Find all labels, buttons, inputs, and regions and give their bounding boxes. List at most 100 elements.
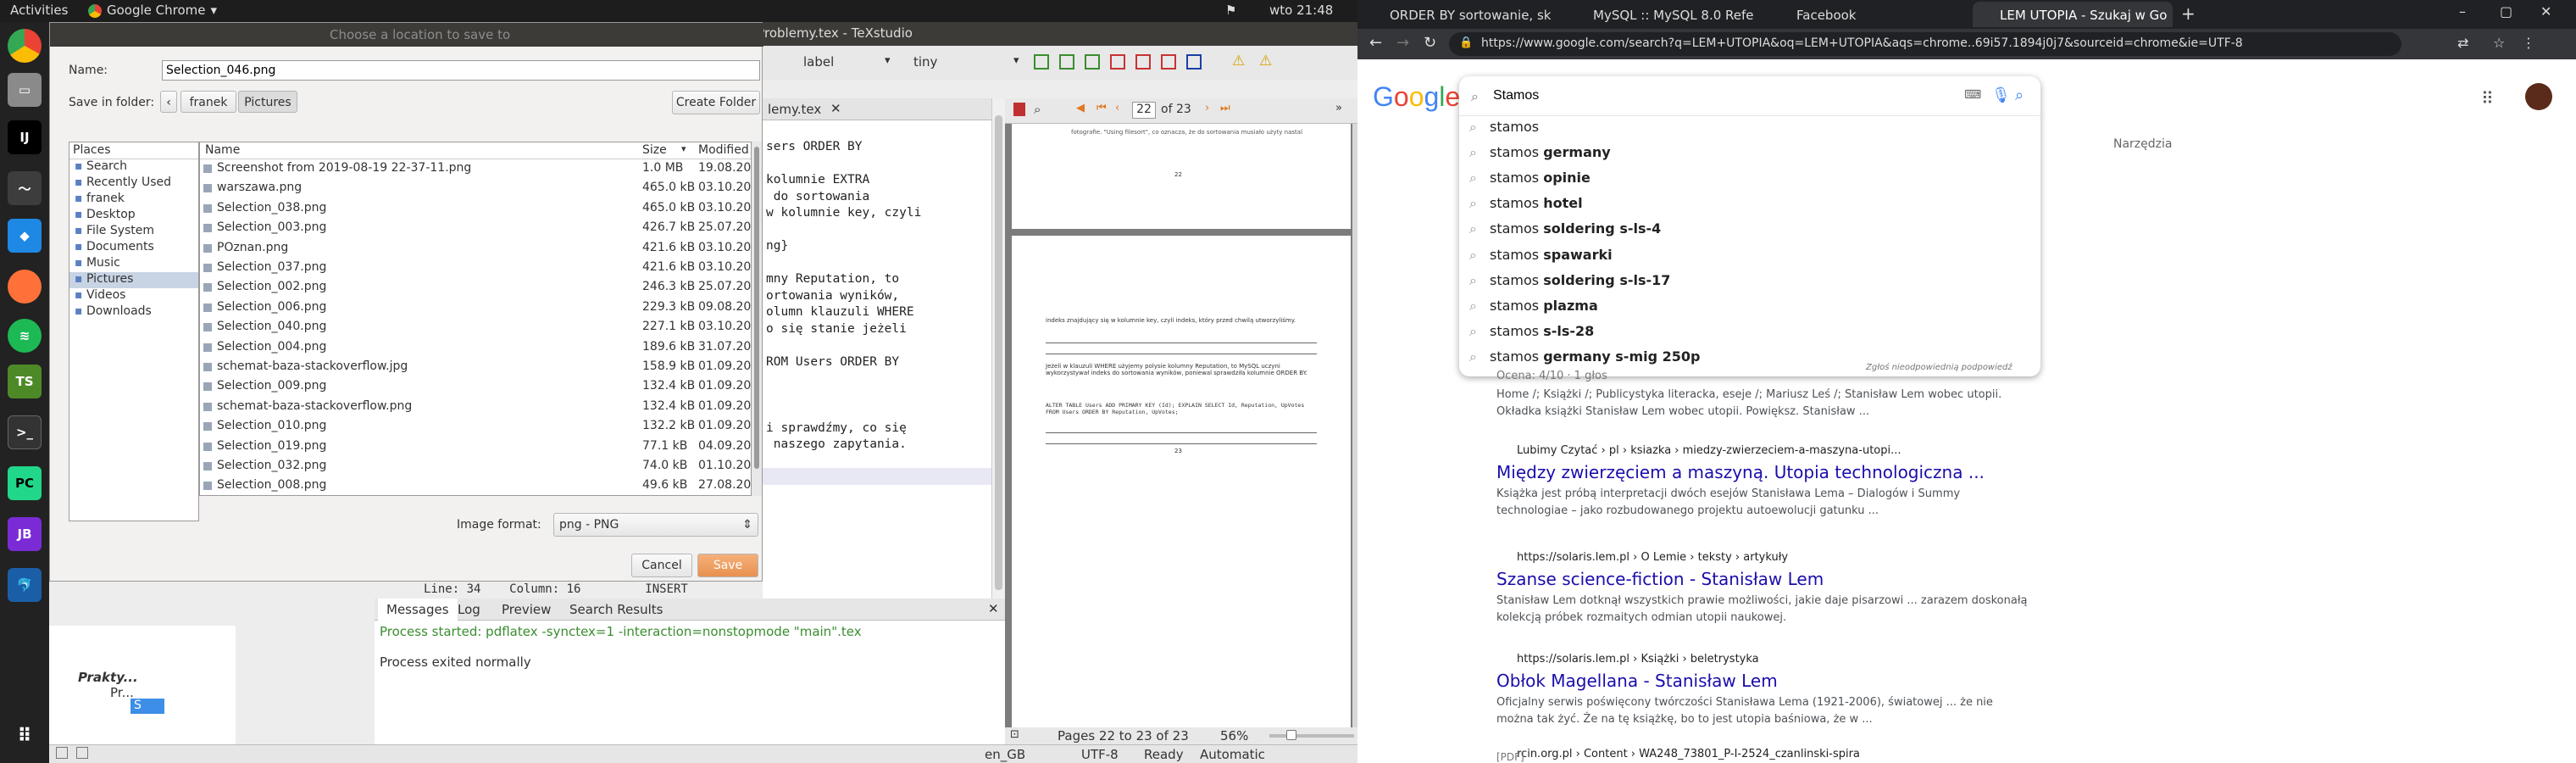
status-mode[interactable]: Automatic	[1200, 747, 1265, 762]
tab-facebook[interactable]: Facebook	[1769, 2, 1969, 27]
file-row[interactable]: Selection_008.png 49.6 kB 27.08.2019	[200, 478, 751, 494]
back-arrow-icon[interactable]: ‹	[160, 91, 177, 113]
result-breadcrumb[interactable]: rcin.org.pl › Content › WA248_73801_P-I-…	[1496, 748, 2039, 760]
star-icon[interactable]: ☆	[2493, 35, 2505, 51]
terminal-icon[interactable]: >_	[8, 415, 42, 449]
files-icon[interactable]: ▭	[8, 73, 42, 107]
reload-icon[interactable]: ↻	[1424, 34, 1436, 52]
file-row[interactable]: Selection_037.png 421.6 kB03.10.2019	[200, 260, 751, 276]
format-select[interactable]: png - PNG ⇕	[553, 513, 758, 537]
place-item[interactable]: ▪ Videos	[69, 288, 198, 304]
editor-line[interactable]: mny Reputation, to	[766, 271, 988, 288]
spellcheck-language[interactable]: en_GB	[985, 747, 1025, 762]
intellij-icon[interactable]: IJ	[8, 120, 42, 154]
search-icon[interactable]: ⌕	[1034, 102, 1041, 117]
page-input[interactable]: 22	[1132, 102, 1156, 119]
delete-col-icon[interactable]	[1135, 54, 1151, 70]
chevron-down-icon[interactable]: ▾	[885, 54, 891, 67]
structure-leaf[interactable]: S	[130, 699, 164, 714]
ethernet-icon[interactable]: ⚑	[1225, 3, 1236, 18]
first-page-icon[interactable]: ⏮	[1096, 102, 1107, 114]
jetbrains-icon[interactable]: JB	[8, 517, 42, 551]
chrome-icon[interactable]	[8, 29, 42, 63]
back-icon[interactable]: ←	[1369, 34, 1382, 52]
warning-icon[interactable]: ⚠	[1232, 53, 1245, 70]
editor-line[interactable]	[766, 404, 988, 420]
app-menu[interactable]: Google Chrome ▾	[88, 3, 217, 18]
editor-line[interactable]: kolumnie EXTRA	[766, 172, 988, 189]
file-row[interactable]: warszawa.png 465.0 kB03.10.2019	[200, 181, 751, 197]
apps-grid-icon[interactable]: ⠿	[8, 719, 42, 753]
suggestion-item[interactable]: ⌕ stamos opinie	[1469, 170, 1591, 195]
apps-icon[interactable]: ⠿	[2481, 88, 2494, 109]
result-breadcrumb[interactable]: Lubimy Czytać › pl › ksiazka › miedzy-zw…	[1496, 444, 2039, 457]
editor-line[interactable]: sers ORDER BY	[766, 139, 988, 156]
table-row-icon[interactable]	[1059, 54, 1074, 70]
table-col-icon[interactable]	[1085, 54, 1100, 70]
editor-tab[interactable]: lemy.tex	[768, 102, 821, 117]
chevron-down-icon[interactable]: ▾	[1013, 54, 1019, 67]
tab-lem-utopia[interactable]: LEM UTOPIA - Szukaj w Go	[1973, 2, 2173, 27]
firefox-icon[interactable]	[8, 270, 42, 304]
structure-root[interactable]: Prakty...	[78, 670, 138, 685]
texstudio-icon[interactable]: TS	[8, 365, 42, 398]
editor-line[interactable]	[766, 337, 988, 354]
file-row[interactable]: Selection_009.png 132.4 kB01.09.2019	[200, 379, 751, 395]
monitor-icon[interactable]: 〜	[8, 171, 42, 205]
place-item[interactable]: ▪ Downloads	[69, 304, 198, 320]
cancel-button[interactable]: Cancel	[631, 554, 692, 577]
file-row[interactable]: Selection_006.png 229.3 kB09.08.2019	[200, 300, 751, 316]
file-row[interactable]: Selection_002.png 246.3 kB25.07.2019	[200, 280, 751, 296]
menu-icon[interactable]: ⋮	[2522, 35, 2535, 51]
tab-messages[interactable]: Messages	[378, 599, 458, 621]
omnibox[interactable]: 🔒 https://www.google.com/search?q=LEM+UT…	[1449, 32, 2401, 56]
delete-row-icon[interactable]	[1110, 54, 1125, 70]
search-input[interactable]	[1493, 85, 1891, 107]
pdf-icon[interactable]	[1013, 103, 1025, 116]
editor[interactable]: lemy.tex ✕ sers ORDER BY kolumnie EXTRA d…	[763, 98, 991, 599]
file-row[interactable]: Selection_019.png 77.1 kB 04.09.2019	[200, 439, 751, 455]
clock[interactable]: wto 21:48	[1269, 3, 1333, 18]
suggestion-item[interactable]: ⌕ stamos s-ls-28	[1469, 323, 1594, 348]
place-item[interactable]: ▪ Pictures	[69, 272, 198, 288]
minimize-icon[interactable]: –	[2459, 3, 2466, 19]
translate-icon[interactable]: ⇄	[2457, 35, 2468, 51]
delete-cell-icon[interactable]	[1161, 54, 1176, 70]
editor-line[interactable]: o się stanie jeżeli	[766, 321, 988, 338]
file-row[interactable]: Screenshot from 2019-08-19 22-37-11.png 1…	[200, 161, 751, 177]
warning-next-icon[interactable]: ⚠	[1259, 53, 1272, 70]
place-item[interactable]: ▪ Search	[69, 159, 198, 175]
suggestion-item[interactable]: ⌕ stamos soldering s-ls-4	[1469, 220, 1661, 246]
prev-icon[interactable]: ◀	[1076, 102, 1085, 114]
place-item[interactable]: ▪ Recently Used	[69, 175, 198, 192]
tab-preview[interactable]: Preview	[502, 602, 551, 617]
pdf-viewer[interactable]: fotografie. "Using filesort", co oznacza…	[1005, 124, 1352, 727]
place-item[interactable]: ▪ File System	[69, 224, 198, 240]
file-row[interactable]: schemat-baza-stackoverflow.jpg 158.9 kB 01…	[200, 359, 751, 376]
crumb-franek[interactable]: franek	[180, 91, 236, 113]
table-icon[interactable]	[1034, 54, 1049, 70]
new-tab-button[interactable]: +	[2181, 3, 2196, 24]
file-row[interactable]: schemat-baza-stackoverflow.png 132.4 kB 01…	[200, 399, 751, 415]
editor-line[interactable]: do sortowania	[766, 189, 988, 206]
place-item[interactable]: ▪ Documents	[69, 240, 198, 256]
filename-input[interactable]	[162, 60, 760, 81]
tab-log[interactable]: Log	[458, 602, 480, 617]
pycharm-icon[interactable]: ◆	[8, 219, 42, 253]
suggestion-item[interactable]: ⌕ stamos germany	[1469, 144, 1611, 170]
editor-line[interactable]	[766, 255, 988, 272]
suggestion-item[interactable]: ⌕ stamos	[1469, 119, 1539, 144]
editor-scrollbar[interactable]	[991, 98, 1005, 599]
more-icon[interactable]: »	[1335, 102, 1342, 114]
mysql-icon[interactable]: 🐬	[8, 568, 42, 602]
column-size[interactable]: Size	[642, 143, 667, 157]
lock-icon[interactable]: ⊡	[1010, 728, 1019, 741]
panel-toggle-icon[interactable]	[56, 747, 68, 759]
result-title[interactable]: Obłok Magellana - Stanisław Lem	[1496, 671, 2039, 691]
zoom-level[interactable]: 56%	[1220, 728, 1248, 744]
editor-line[interactable]: ROM Users ORDER BY	[766, 354, 988, 371]
pycharm-pro-icon[interactable]: PC	[8, 466, 42, 500]
file-row[interactable]: POznan.png 421.6 kB03.10.2019	[200, 241, 751, 257]
place-item[interactable]: ▪ Desktop	[69, 208, 198, 224]
search-icon[interactable]: ⌕	[2015, 86, 2024, 104]
